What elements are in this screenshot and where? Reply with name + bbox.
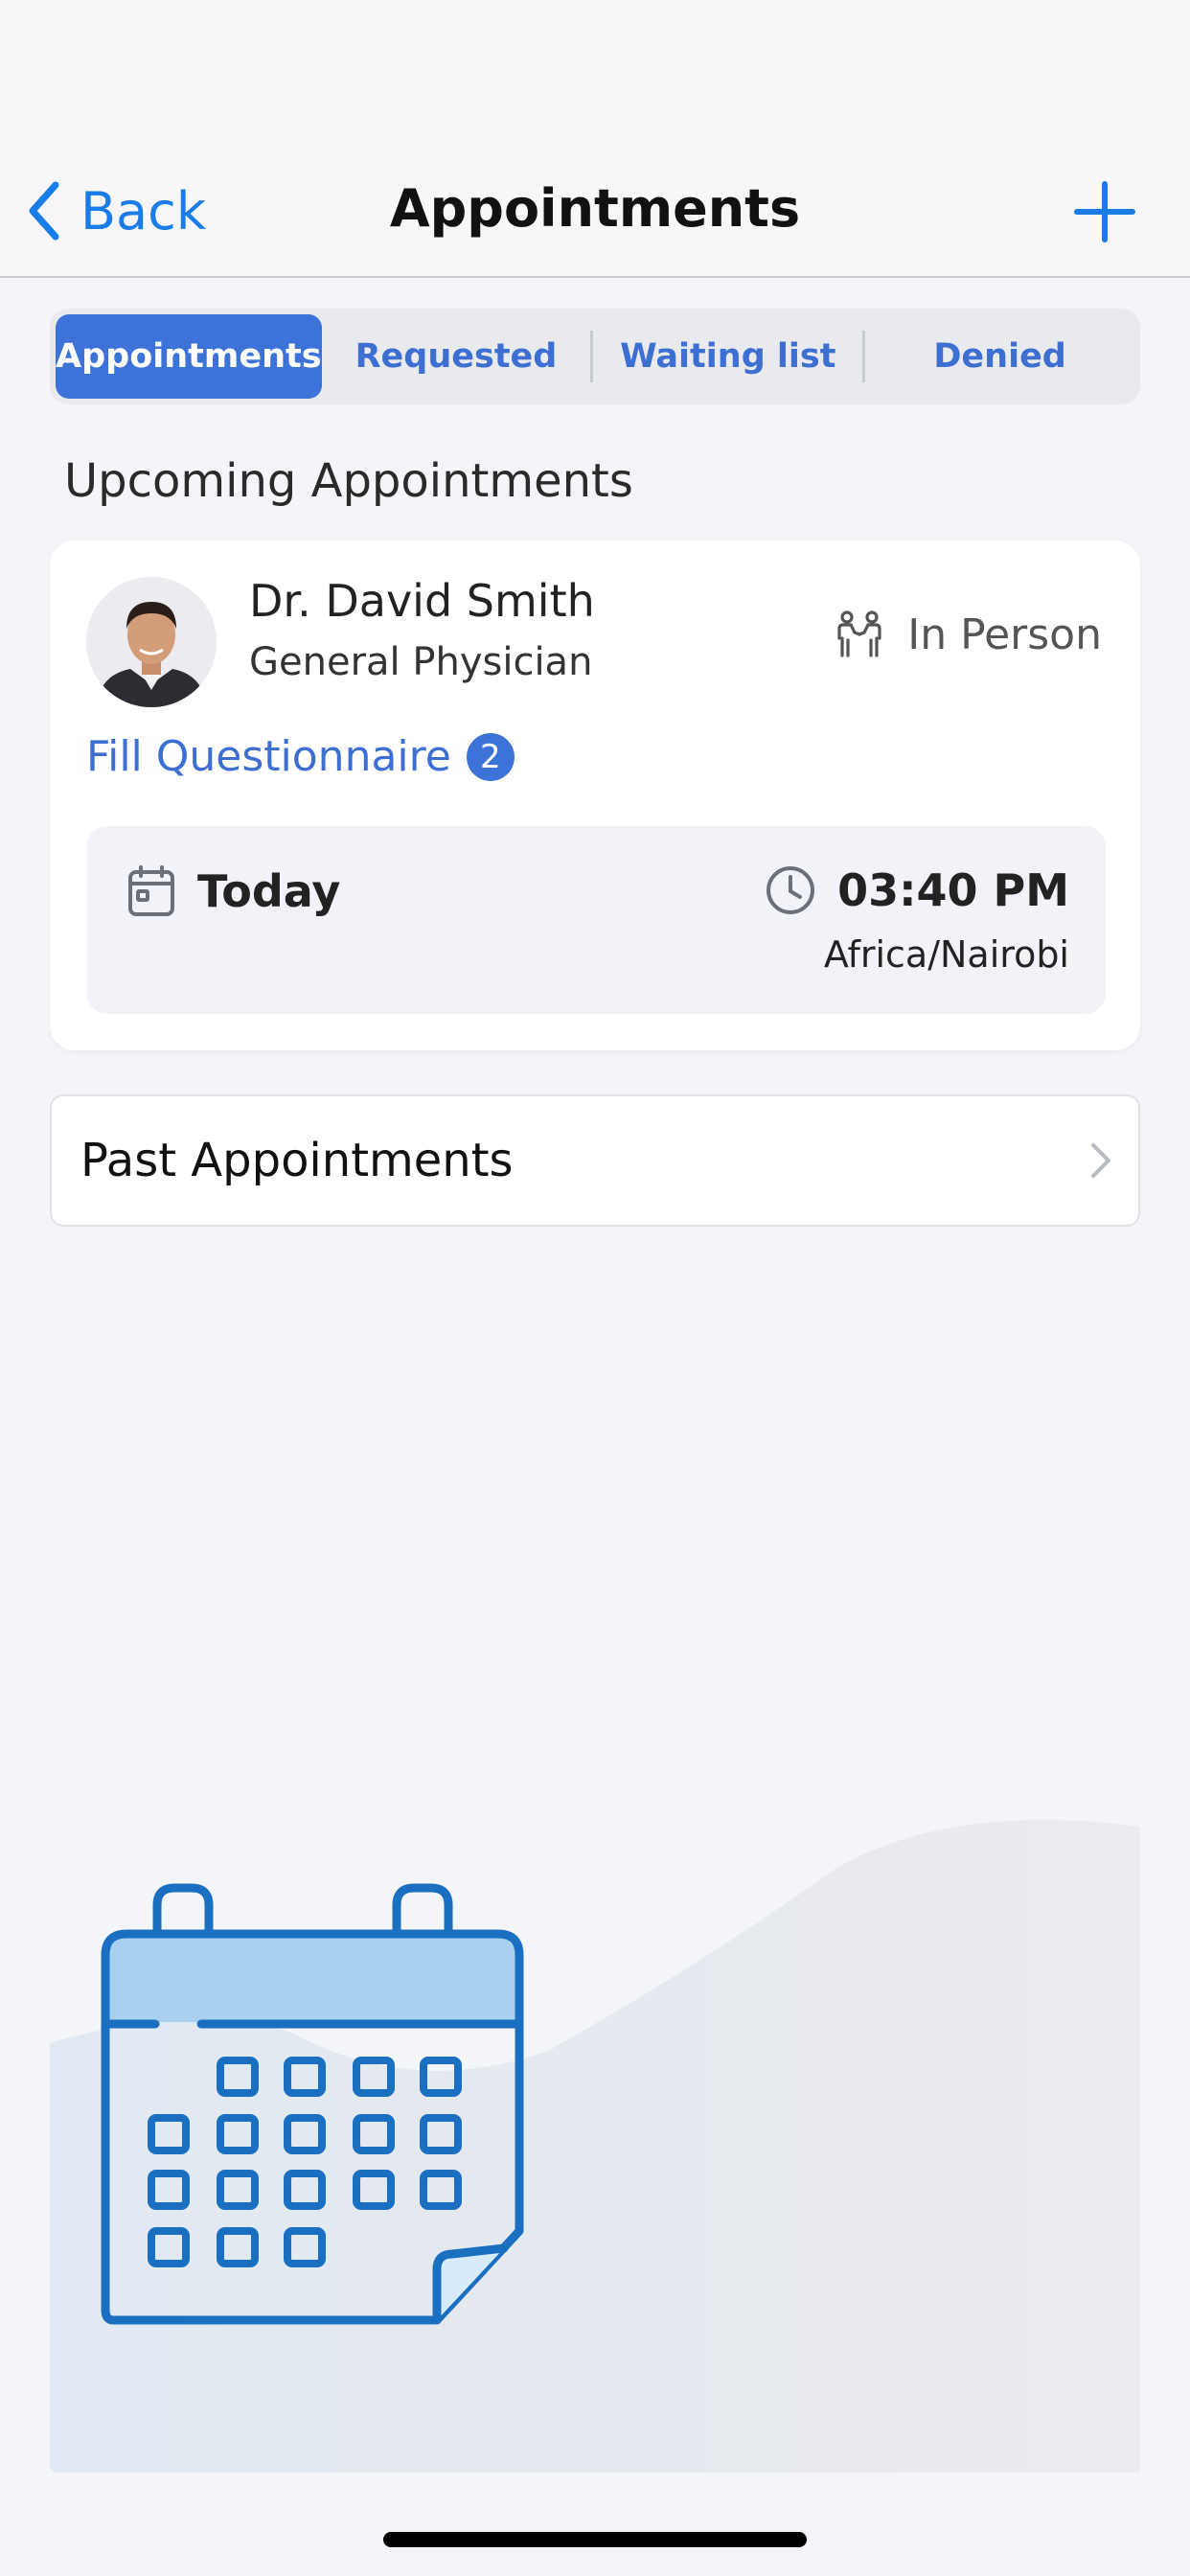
- appointment-datetime: Today 03:40 PM Africa/Nairobi: [86, 826, 1106, 1014]
- chevron-right-icon: [1091, 1143, 1110, 1178]
- visit-type: In Person: [835, 610, 1102, 659]
- plus-icon[interactable]: [1073, 180, 1136, 243]
- calendar-illustration: [50, 1819, 1140, 2472]
- time-label: 03:40 PM: [837, 864, 1069, 916]
- visit-type-label: In Person: [907, 610, 1102, 659]
- home-indicator[interactable]: [383, 2532, 807, 2547]
- page-title: Appointments: [389, 178, 801, 239]
- past-appointments-row[interactable]: Past Appointments: [50, 1094, 1140, 1227]
- appointment-tabs: Appointments Requested Waiting list Deni…: [50, 309, 1140, 404]
- questionnaire-count-badge: 2: [466, 732, 515, 781]
- appointment-time: 03:40 PM: [765, 864, 1069, 916]
- date-label: Today: [197, 865, 341, 917]
- tab-appointments[interactable]: Appointments: [56, 314, 322, 399]
- past-appointments-label: Past Appointments: [80, 1134, 514, 1187]
- navigation-bar: Back Appointments: [0, 0, 1190, 278]
- appointment-card[interactable]: Dr. David Smith General Physician In Per…: [50, 540, 1140, 1050]
- timezone-label: Africa/Nairobi: [823, 933, 1069, 976]
- clock-icon: [767, 866, 815, 914]
- fill-questionnaire-link[interactable]: Fill Questionnaire 2: [86, 732, 515, 781]
- tab-denied[interactable]: Denied: [865, 314, 1134, 399]
- doctor-name: Dr. David Smith: [249, 575, 595, 627]
- calendar-icon: [128, 865, 174, 916]
- tab-waiting-list[interactable]: Waiting list: [593, 314, 862, 399]
- upcoming-section-title: Upcoming Appointments: [64, 454, 633, 508]
- appointment-date: Today: [126, 864, 340, 918]
- people-icon: [837, 610, 881, 657]
- doctor-specialty: General Physician: [249, 640, 593, 684]
- doctor-avatar: [86, 577, 217, 707]
- tab-requested[interactable]: Requested: [322, 314, 591, 399]
- questionnaire-label: Fill Questionnaire: [86, 732, 451, 781]
